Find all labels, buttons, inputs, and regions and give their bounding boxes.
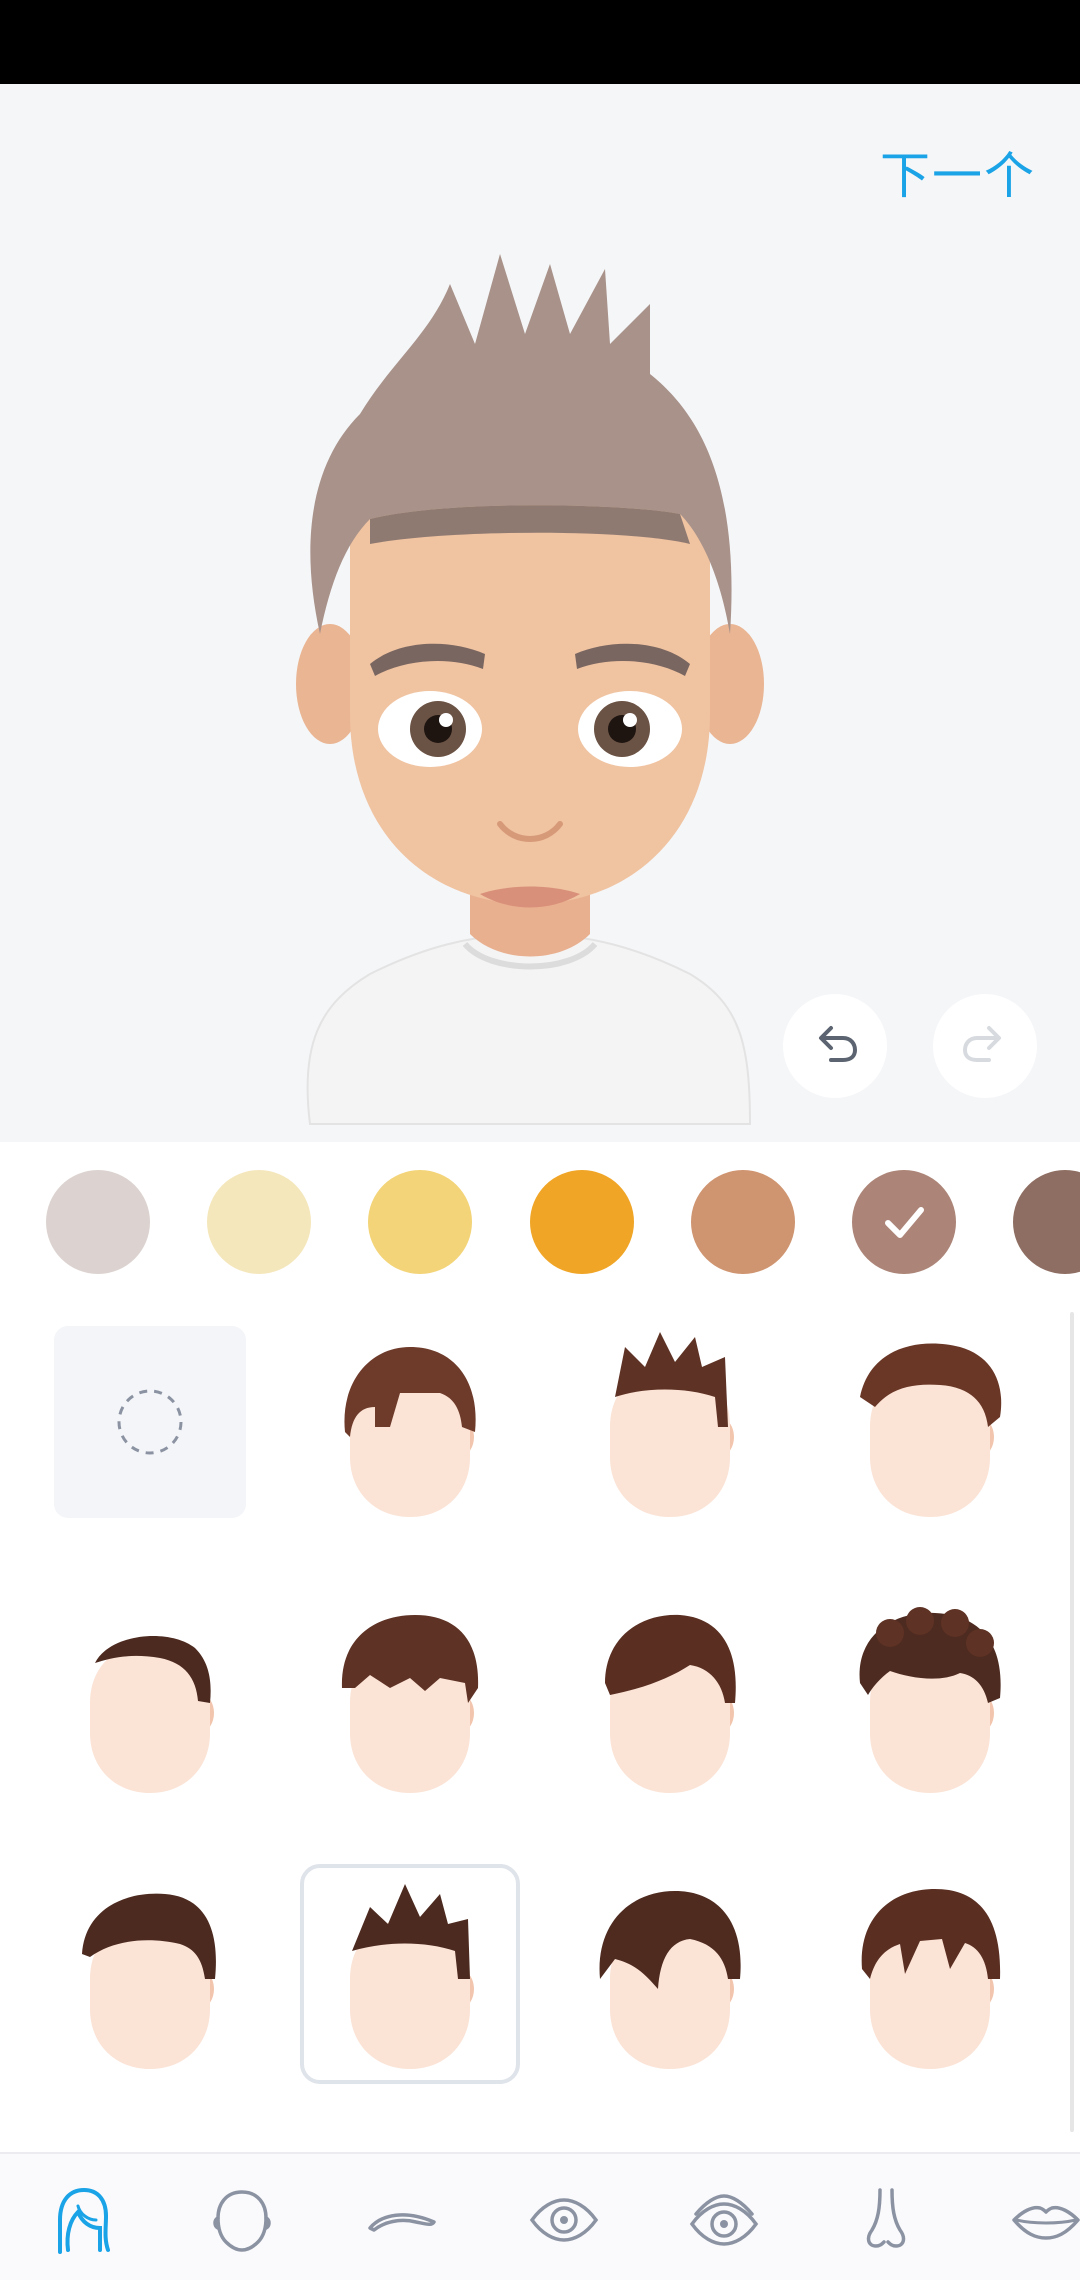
hair-style-option[interactable] (300, 1312, 520, 1532)
color-swatch-5[interactable] (691, 1170, 795, 1274)
color-swatch-3[interactable] (368, 1170, 472, 1274)
hair-style-option[interactable] (820, 1588, 1040, 1808)
no-hair-option[interactable] (54, 1326, 246, 1518)
tab-eyebrows[interactable] (362, 2180, 442, 2260)
avatar-preview: 下一个 (0, 84, 1080, 1142)
tab-hair[interactable] (42, 2180, 122, 2260)
check-icon (885, 1207, 924, 1238)
next-button[interactable]: 下一个 (880, 136, 1036, 208)
undo-button[interactable] (783, 994, 887, 1098)
hair-style-option[interactable] (560, 1312, 780, 1532)
color-swatch-1[interactable] (46, 1170, 150, 1274)
feature-tab-bar (0, 2152, 1080, 2280)
redo-button[interactable] (933, 994, 1037, 1098)
hair-thumbnail (344, 1347, 476, 1517)
hair-thumbnail (610, 1332, 734, 1517)
hair-style-option[interactable] (40, 1864, 260, 2084)
tab-eyes[interactable] (524, 2180, 604, 2260)
hair-thumbnail (90, 1636, 214, 1793)
tab-nose[interactable] (846, 2180, 926, 2260)
tab-face-shape[interactable] (202, 2180, 282, 2260)
tab-lips[interactable] (1006, 2180, 1080, 2260)
hair-thumbnail (341, 1615, 479, 1793)
hair-thumbnail (350, 1884, 474, 2069)
hair-style-option-selected[interactable] (300, 1864, 520, 2084)
hair-color-row (0, 1170, 1080, 1280)
color-swatch-4[interactable] (530, 1170, 634, 1274)
hair-style-option[interactable] (820, 1312, 1040, 1532)
color-swatch-7[interactable] (1013, 1170, 1080, 1274)
redo-icon (962, 1026, 1001, 1062)
hair-thumbnail (599, 1891, 741, 2069)
hair-style-option[interactable] (300, 1588, 520, 1808)
color-swatch-6-selected[interactable] (852, 1170, 956, 1274)
eye-detail-icon (689, 2194, 759, 2246)
avatar-figure (296, 254, 764, 1125)
hair-thumbnail (605, 1614, 736, 1793)
hair-style-option[interactable] (820, 1864, 1040, 2084)
lips-icon (1012, 2205, 1080, 2240)
nose-icon (866, 2188, 906, 2248)
hair-thumbnail (859, 1607, 1001, 1793)
none-dashed-circle-icon (117, 1389, 183, 1455)
hair-style-option[interactable] (40, 1588, 260, 1808)
tab-eye-details[interactable] (684, 2180, 764, 2260)
eye-icon (529, 2198, 599, 2242)
customization-panel (0, 1142, 1080, 2152)
undo-icon (819, 1026, 858, 1062)
hair-icon (58, 2187, 110, 2254)
hair-style-option[interactable] (560, 1864, 780, 2084)
face-shape-icon (213, 2190, 271, 2252)
hair-thumbnail (861, 1889, 1001, 2069)
hair-thumbnail (860, 1343, 1002, 1517)
hair-thumbnail (82, 1893, 216, 2069)
color-swatch-2[interactable] (207, 1170, 311, 1274)
eyebrow-icon (368, 2213, 436, 2232)
hair-style-grid (0, 1312, 1080, 2112)
status-bar (0, 0, 1080, 84)
hair-style-option[interactable] (560, 1588, 780, 1808)
grid-scrollbar[interactable] (1070, 1312, 1074, 2132)
